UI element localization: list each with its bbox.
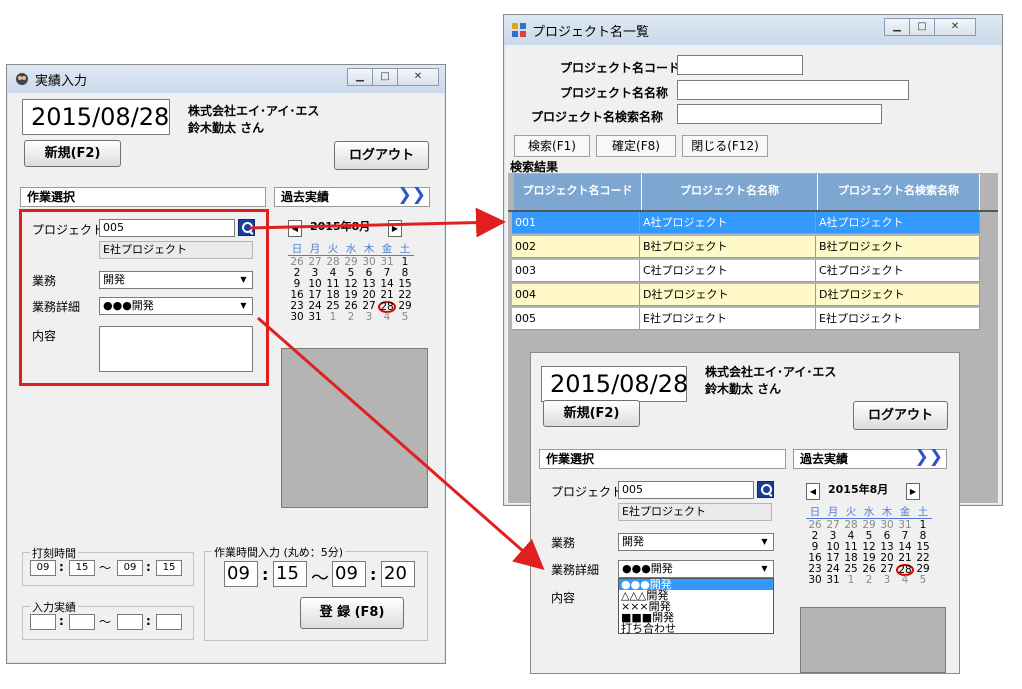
arrow-to-dropdown bbox=[257, 316, 545, 570]
arrow-to-project-list bbox=[249, 207, 506, 238]
annotation-arrows bbox=[249, 207, 545, 570]
